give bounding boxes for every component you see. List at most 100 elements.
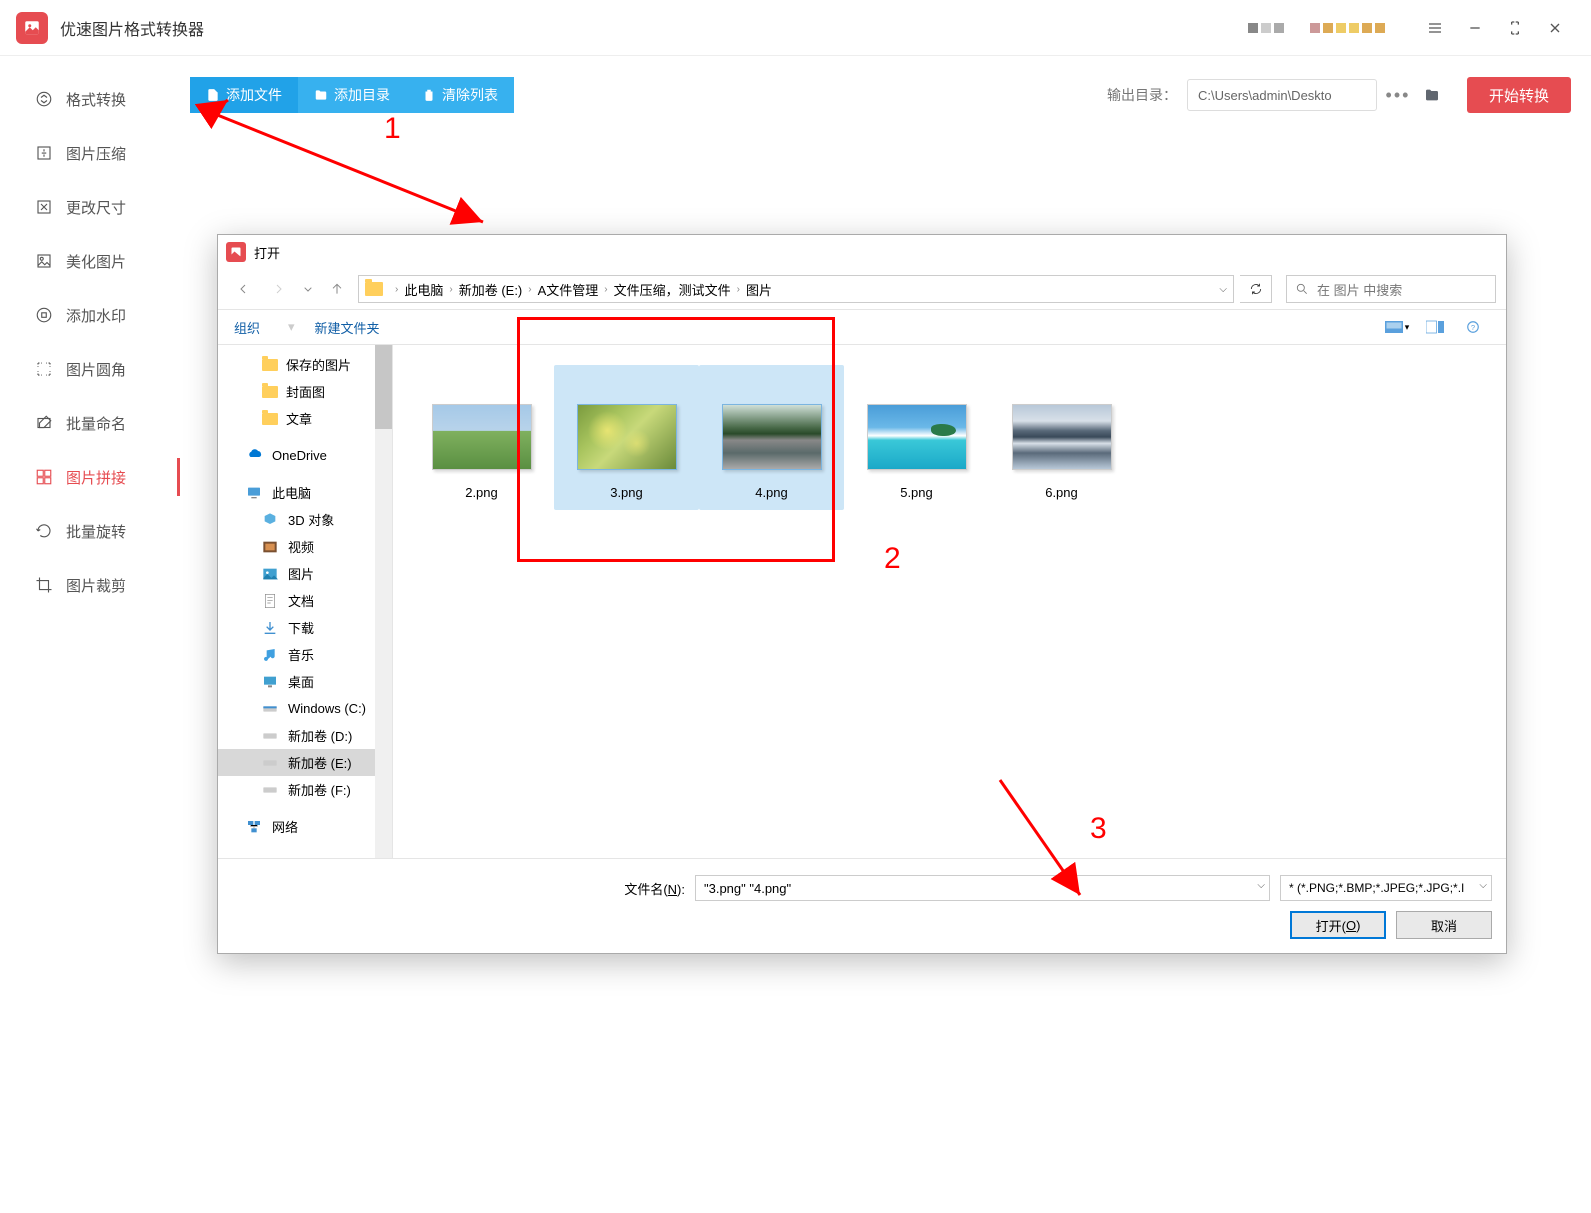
tree-item[interactable]: 图片 — [218, 560, 392, 587]
breadcrumb-dropdown-icon[interactable]: ⌵ — [1219, 284, 1227, 295]
tree-item[interactable]: 视频 — [218, 533, 392, 560]
sidebar-item-rotate[interactable]: 批量旋转 — [0, 504, 180, 558]
nav-back-button[interactable] — [228, 274, 258, 304]
app-title: 优速图片格式转换器 — [60, 16, 204, 40]
file-thumbnail — [867, 404, 967, 470]
tree-item-pc[interactable]: 此电脑 — [218, 479, 392, 506]
sidebar-item-stitch[interactable]: 图片拼接 — [0, 450, 180, 504]
tree-item[interactable]: 新加卷 (D:) — [218, 722, 392, 749]
minimize-button[interactable] — [1455, 8, 1495, 48]
file-open-dialog: 打开 › 此电脑› 新加卷 (E:)› A文件管理› 文件压缩，测试文件› 图片… — [217, 234, 1507, 954]
breadcrumb[interactable]: › 此电脑› 新加卷 (E:)› A文件管理› 文件压缩，测试文件› 图片 ⌵ — [358, 275, 1234, 303]
file-type-filter[interactable]: * (*.PNG;*.BMP;*.JPEG;*.JPG;*.I⌵ — [1280, 875, 1492, 901]
sidebar-item-corner[interactable]: 图片圆角 — [0, 342, 180, 396]
sidebar-item-watermark[interactable]: 添加水印 — [0, 288, 180, 342]
sidebar-item-label: 添加水印 — [66, 305, 126, 326]
tree-item[interactable]: 封面图 — [218, 378, 392, 405]
file-item[interactable]: 2.png — [409, 365, 554, 510]
sidebar-item-label: 格式转换 — [66, 89, 126, 110]
menu-button[interactable] — [1415, 8, 1455, 48]
sidebar-item-resize[interactable]: 更改尺寸 — [0, 180, 180, 234]
tree-item[interactable]: 3D 对象 — [218, 506, 392, 533]
nav-up-button[interactable] — [322, 274, 352, 304]
clear-list-button[interactable]: 清除列表 — [406, 77, 514, 113]
open-folder-button[interactable] — [1417, 79, 1447, 111]
file-item[interactable]: 6.png — [989, 365, 1134, 510]
tree-item[interactable]: 文档 — [218, 587, 392, 614]
chevron-down-icon[interactable]: ⌵ — [1475, 880, 1487, 891]
cancel-button[interactable]: 取消 — [1396, 911, 1492, 939]
tree-item[interactable]: 新加卷 (F:) — [218, 776, 392, 803]
chevron-down-icon[interactable]: ⌵ — [1257, 880, 1265, 891]
nav-forward-button[interactable] — [264, 274, 294, 304]
file-item[interactable]: 5.png — [844, 365, 989, 510]
sidebar-item-crop[interactable]: 图片裁剪 — [0, 558, 180, 612]
add-dir-button[interactable]: 添加目录 — [298, 77, 406, 113]
tree-item[interactable]: 下载 — [218, 614, 392, 641]
file-item[interactable]: 4.png — [699, 365, 844, 510]
rotate-icon — [34, 521, 54, 541]
convert-icon — [34, 89, 54, 109]
sidebar-item-label: 图片圆角 — [66, 359, 126, 380]
search-icon — [1295, 282, 1309, 296]
pc-icon — [246, 485, 264, 501]
add-file-button[interactable]: 添加文件 — [190, 77, 298, 113]
user-avatar-blur — [1248, 23, 1385, 33]
tree-item[interactable]: 音乐 — [218, 641, 392, 668]
sidebar-item-label: 批量命名 — [66, 413, 126, 434]
tree-item[interactable]: 文章 — [218, 405, 392, 432]
resize-icon — [34, 197, 54, 217]
filename-label: 文件名(N): — [624, 879, 685, 898]
close-button[interactable] — [1535, 8, 1575, 48]
open-button[interactable]: 打开(O) — [1290, 911, 1386, 939]
organize-button[interactable]: 组织 — [234, 318, 260, 337]
search-input[interactable]: 在 图片 中搜索 — [1286, 275, 1496, 303]
start-convert-button[interactable]: 开始转换 — [1467, 77, 1571, 113]
tree-item[interactable]: Windows (C:) — [218, 695, 392, 722]
sidebar-item-convert[interactable]: 格式转换 — [0, 72, 180, 126]
tree-item-onedrive[interactable]: OneDrive — [218, 442, 392, 469]
help-button[interactable]: ? — [1456, 315, 1490, 339]
folder-icon — [262, 413, 278, 425]
music-icon — [262, 647, 280, 663]
tree-item[interactable]: 桌面 — [218, 668, 392, 695]
tree-scrollbar-thumb[interactable] — [375, 345, 392, 429]
onedrive-icon — [246, 448, 264, 464]
new-folder-button[interactable]: 新建文件夹 — [315, 318, 380, 337]
tree-item[interactable]: 新加卷 (E:) — [218, 749, 392, 776]
corner-icon — [34, 359, 54, 379]
svg-text:?: ? — [1471, 323, 1475, 332]
tree-item[interactable]: 保存的图片 — [218, 351, 392, 378]
sidebar-item-compress[interactable]: 图片压缩 — [0, 126, 180, 180]
watermark-icon — [34, 305, 54, 325]
annotation-number-1: 1 — [384, 112, 401, 146]
nav-recent-button[interactable] — [300, 274, 316, 304]
sidebar-item-rename[interactable]: 批量命名 — [0, 396, 180, 450]
folder-icon — [262, 359, 278, 371]
sidebar-item-beautify[interactable]: 美化图片 — [0, 234, 180, 288]
sidebar-item-label: 美化图片 — [66, 251, 126, 272]
folder-icon — [365, 282, 383, 296]
dialog-icon — [226, 242, 246, 262]
desktop-icon — [262, 674, 280, 690]
app-logo — [16, 12, 48, 44]
filename-input[interactable]: "3.png" "4.png"⌵ — [695, 875, 1270, 901]
file-item[interactable]: 3.png — [554, 365, 699, 510]
sidebar-item-label: 图片压缩 — [66, 143, 126, 164]
video-icon — [262, 539, 280, 555]
tree-item-network[interactable]: 网络 — [218, 813, 392, 840]
3d-icon — [262, 512, 280, 528]
file-thumbnail — [722, 404, 822, 470]
drive-icon — [262, 728, 280, 744]
view-mode-button[interactable]: ▾ — [1380, 315, 1414, 339]
document-icon — [262, 593, 280, 609]
maximize-button[interactable] — [1495, 8, 1535, 48]
refresh-button[interactable] — [1240, 275, 1272, 303]
annotation-number-2: 2 — [884, 542, 901, 576]
browse-button[interactable]: ••• — [1383, 79, 1413, 111]
output-dir-input[interactable]: C:\Users\admin\Deskto — [1187, 79, 1377, 111]
folder-icon — [262, 386, 278, 398]
crop-icon — [34, 575, 54, 595]
preview-pane-button[interactable] — [1418, 315, 1452, 339]
beautify-icon — [34, 251, 54, 271]
